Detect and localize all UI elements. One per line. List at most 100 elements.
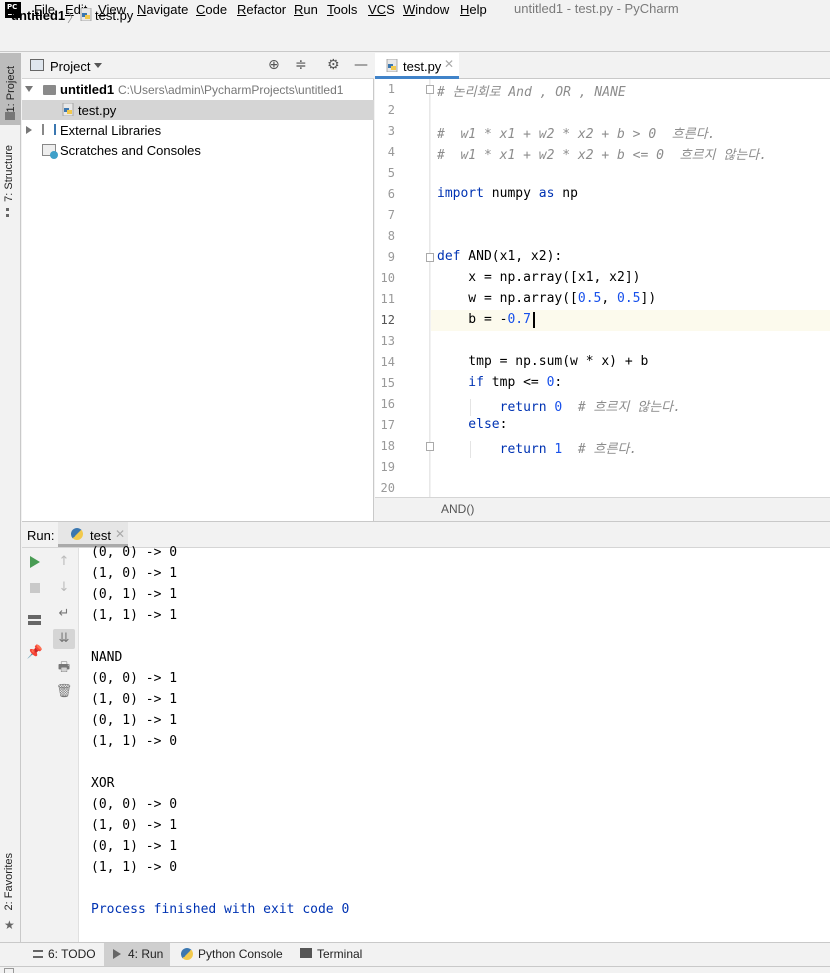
console-line: (0, 1) -> 1	[91, 587, 178, 602]
run-tab-label[interactable]: test	[90, 528, 111, 543]
line-number: 13	[380, 334, 395, 348]
tool-tab-favorites[interactable]: 2: Favorites	[3, 853, 15, 910]
locate-icon[interactable]: ⊕	[268, 57, 280, 73]
layout-icon[interactable]	[28, 615, 41, 625]
code-line-1: # 논리회로 And , OR , NANE	[437, 85, 626, 100]
console-line: (0, 0) -> 0	[91, 545, 178, 560]
stop-icon[interactable]	[30, 583, 40, 593]
menu-help[interactable]: Help	[460, 2, 487, 17]
line-number: 8	[387, 229, 395, 243]
run-icon	[113, 949, 121, 959]
pin-icon[interactable]: 📌	[26, 645, 44, 660]
code-line-11: w = np.array([0.5, 0.5])	[437, 291, 657, 306]
scroll-to-end-icon[interactable]: ⇊	[55, 631, 73, 646]
line-number: 7	[387, 208, 395, 222]
tree-file-name[interactable]: test.py	[78, 103, 116, 118]
expand-arrow-icon[interactable]	[25, 86, 33, 92]
line-number: 3	[387, 124, 395, 138]
structure-icon	[6, 208, 14, 217]
collapse-all-icon[interactable]: ≑	[295, 57, 307, 73]
folder-icon	[5, 112, 15, 120]
bottom-tab-todo[interactable]: 6: TODO	[48, 947, 96, 961]
print-icon[interactable]: 🖶	[55, 658, 73, 680]
console-line: (0, 0) -> 0	[91, 797, 178, 812]
console-line: XOR	[91, 776, 115, 791]
bottom-tab-run[interactable]: 4: Run	[128, 947, 163, 961]
terminal-icon	[300, 948, 312, 958]
console-line: (1, 1) -> 1	[91, 608, 178, 623]
arrow-down-icon[interactable]: ↓	[55, 580, 73, 595]
libraries-icon	[42, 124, 56, 135]
code-line-6: import numpy as np	[437, 186, 578, 201]
line-number: 15	[380, 376, 395, 390]
run-panel-label: Run:	[27, 528, 55, 543]
status-toggle-icon[interactable]	[4, 968, 14, 973]
console-line: (1, 0) -> 1	[91, 818, 178, 833]
menu-run[interactable]: Run	[294, 2, 318, 17]
close-icon[interactable]: ✕	[115, 527, 125, 541]
console-line: (0, 0) -> 1	[91, 671, 178, 686]
python-console-icon	[181, 948, 193, 960]
python-file-icon	[62, 103, 74, 116]
line-number: 9	[387, 250, 395, 264]
scratches-badge-icon	[50, 151, 58, 159]
bottom-tab-terminal[interactable]: Terminal	[317, 947, 362, 961]
editor-gutter	[375, 79, 430, 497]
code-line-9: def AND(x1, x2):	[437, 249, 563, 264]
console-line: (1, 0) -> 1	[91, 566, 178, 581]
gear-icon[interactable]: ⚙	[327, 57, 340, 73]
menu-code[interactable]: Code	[196, 2, 227, 17]
tool-tab-structure[interactable]: 7: Structure	[3, 145, 15, 202]
project-view-selector[interactable]: Project	[50, 59, 90, 74]
bottom-tab-python-console[interactable]: Python Console	[198, 947, 283, 961]
breadcrumb-file[interactable]: test.py	[95, 8, 133, 23]
line-number: 20	[380, 481, 395, 495]
fold-marker-icon[interactable]	[426, 85, 434, 94]
tree-scratches[interactable]: Scratches and Consoles	[60, 143, 201, 158]
code-line-18: return 1 # 흐른다.	[437, 442, 638, 457]
folder-icon	[43, 85, 56, 95]
soft-wrap-icon[interactable]: ↵	[55, 606, 73, 621]
breadcrumb-separator: 〉	[67, 11, 81, 26]
editor-tab-label[interactable]: test.py	[403, 59, 441, 74]
rerun-icon[interactable]	[30, 556, 40, 568]
minimize-icon[interactable]: —	[354, 57, 368, 73]
python-icon	[71, 528, 83, 540]
tree-external-libraries[interactable]: External Libraries	[60, 123, 161, 138]
collapse-arrow-icon[interactable]	[26, 126, 32, 134]
code-line-14: tmp = np.sum(w * x) + b	[437, 354, 649, 369]
console-line: (1, 1) -> 0	[91, 734, 178, 749]
run-console-output[interactable]	[79, 548, 830, 942]
trash-icon[interactable]: 🗑	[55, 684, 73, 699]
console-line: (1, 0) -> 1	[91, 692, 178, 707]
line-number: 19	[380, 460, 395, 474]
arrow-up-icon[interactable]: ↑	[55, 554, 73, 569]
code-line-3: # w1 * x1 + w2 * x2 + b > 0 흐른다.	[437, 127, 716, 142]
editor-breadcrumb[interactable]: AND()	[441, 502, 474, 516]
fold-marker-icon[interactable]	[426, 442, 434, 451]
line-number: 1	[387, 82, 395, 96]
menu-refactor[interactable]: Refactor	[237, 2, 286, 17]
fold-marker-icon[interactable]	[426, 253, 434, 262]
line-number: 4	[387, 145, 395, 159]
line-number: 6	[387, 187, 395, 201]
line-number: 5	[387, 166, 395, 180]
python-file-icon	[80, 8, 92, 21]
todo-icon	[33, 950, 43, 958]
console-exit-message: Process finished with exit code 0	[91, 902, 350, 917]
navigation-bar	[0, 22, 830, 52]
close-icon[interactable]: ✕	[444, 57, 454, 71]
menu-navigate[interactable]: Navigate	[137, 2, 188, 17]
run-panel-header	[22, 521, 830, 548]
code-line-17: else:	[437, 417, 508, 432]
tree-row-selected[interactable]	[22, 100, 374, 120]
menu-tools[interactable]: Tools	[327, 2, 357, 17]
console-line: (0, 1) -> 1	[91, 713, 178, 728]
menu-vcs[interactable]: VCS	[368, 2, 395, 17]
chevron-down-icon[interactable]	[94, 63, 102, 68]
breadcrumb-project[interactable]: untitled1	[11, 8, 65, 23]
code-line-16: return 0 # 흐르지 않는다.	[437, 400, 681, 415]
line-number: 17	[380, 418, 395, 432]
menu-window[interactable]: Window	[403, 2, 449, 17]
tree-root-name[interactable]: untitled1	[60, 82, 114, 97]
